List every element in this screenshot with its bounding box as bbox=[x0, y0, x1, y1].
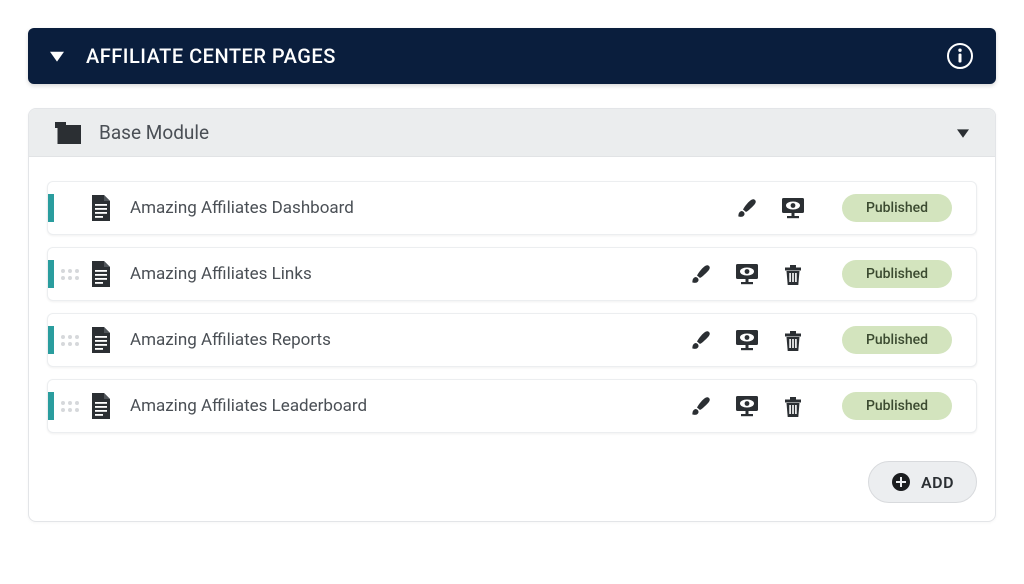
chevron-down-icon bbox=[957, 127, 969, 139]
drag-handle-icon[interactable] bbox=[60, 269, 80, 280]
info-icon[interactable] bbox=[946, 42, 974, 70]
module-header[interactable]: Base Module bbox=[29, 109, 995, 157]
page-row: Amazing Affiliates Links Published bbox=[47, 247, 977, 301]
module-body: Amazing Affiliates Dashboard Published A… bbox=[29, 157, 995, 521]
section-title: AFFILIATE CENTER PAGES bbox=[86, 44, 336, 68]
row-actions bbox=[688, 261, 806, 287]
folder-icon bbox=[55, 122, 81, 144]
section-header[interactable]: AFFILIATE CENTER PAGES bbox=[28, 28, 996, 84]
page-title: Amazing Affiliates Leaderboard bbox=[130, 396, 688, 416]
row-actions bbox=[688, 327, 806, 353]
add-button-label: ADD bbox=[921, 473, 954, 492]
page-row: Amazing Affiliates Reports Published bbox=[47, 313, 977, 367]
row-accent bbox=[48, 392, 54, 420]
edit-button[interactable] bbox=[688, 261, 714, 287]
page-title: Amazing Affiliates Reports bbox=[130, 330, 688, 350]
status-badge: Published bbox=[842, 392, 952, 420]
page-title: Amazing Affiliates Links bbox=[130, 264, 688, 284]
plus-icon bbox=[891, 472, 911, 492]
preview-button[interactable] bbox=[780, 195, 806, 221]
document-icon bbox=[90, 261, 112, 287]
chevron-down-icon bbox=[50, 49, 64, 63]
document-icon bbox=[90, 195, 112, 221]
page-list: Amazing Affiliates Dashboard Published A… bbox=[47, 181, 977, 433]
edit-button[interactable] bbox=[688, 393, 714, 419]
page-title: Amazing Affiliates Dashboard bbox=[130, 198, 734, 218]
module-panel: Base Module Amazing Affiliates Dashboard… bbox=[28, 108, 996, 522]
row-accent bbox=[48, 194, 54, 222]
delete-button[interactable] bbox=[780, 393, 806, 419]
row-accent bbox=[48, 260, 54, 288]
preview-button[interactable] bbox=[734, 261, 760, 287]
preview-button[interactable] bbox=[734, 393, 760, 419]
status-badge: Published bbox=[842, 326, 952, 354]
page-row: Amazing Affiliates Leaderboard Published bbox=[47, 379, 977, 433]
drag-handle-icon[interactable] bbox=[60, 401, 80, 412]
row-actions bbox=[688, 393, 806, 419]
drag-handle-icon[interactable] bbox=[60, 335, 80, 346]
document-icon bbox=[90, 327, 112, 353]
add-row: ADD bbox=[47, 461, 977, 503]
page-row: Amazing Affiliates Dashboard Published bbox=[47, 181, 977, 235]
add-button[interactable]: ADD bbox=[868, 461, 977, 503]
status-badge: Published bbox=[842, 260, 952, 288]
edit-button[interactable] bbox=[734, 195, 760, 221]
document-icon bbox=[90, 393, 112, 419]
row-accent bbox=[48, 326, 54, 354]
preview-button[interactable] bbox=[734, 327, 760, 353]
status-badge: Published bbox=[842, 194, 952, 222]
delete-button[interactable] bbox=[780, 327, 806, 353]
row-actions bbox=[734, 195, 806, 221]
module-title: Base Module bbox=[99, 121, 957, 144]
edit-button[interactable] bbox=[688, 327, 714, 353]
delete-button[interactable] bbox=[780, 261, 806, 287]
